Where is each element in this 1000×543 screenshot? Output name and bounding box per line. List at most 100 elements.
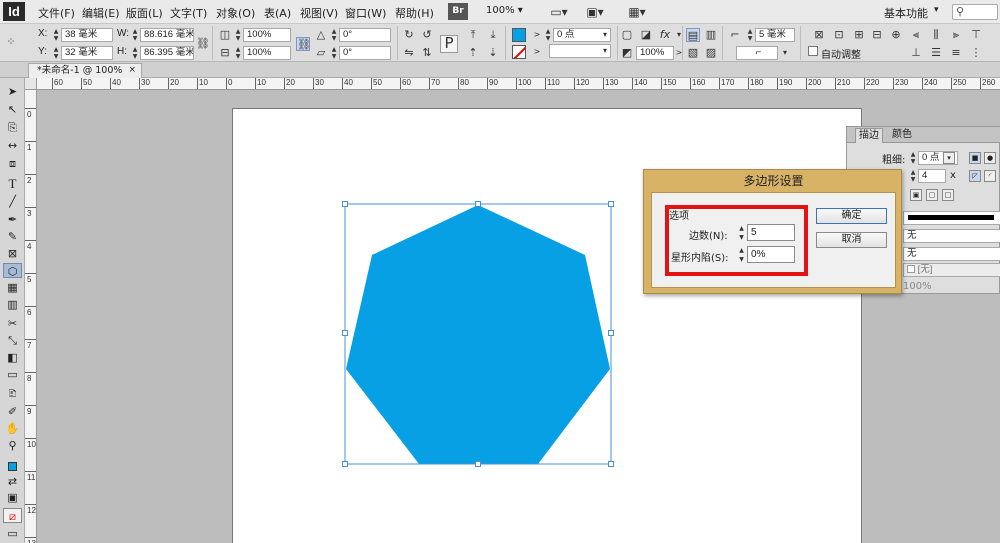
star-inset-input[interactable]: 0% <box>747 246 795 263</box>
shear-stepper-icon[interactable]: ▲ ▼ <box>330 46 338 60</box>
h-stepper-icon[interactable]: ▲ ▼ <box>131 46 139 60</box>
w-stepper-icon[interactable]: ▲ ▼ <box>131 28 139 42</box>
align-middle-icon[interactable]: ⊥ <box>909 46 923 60</box>
search-input[interactable]: ⚲ <box>952 4 998 20</box>
resize-handle-top[interactable] <box>475 201 481 207</box>
view-options-icon[interactable]: ▭▾ <box>544 4 574 20</box>
fit-frame-icon[interactable]: ⊞ <box>852 28 866 42</box>
link-proportions-icon[interactable]: ⛓ <box>196 37 210 51</box>
tab-color[interactable]: 颜色 <box>889 128 915 143</box>
vertical-ruler[interactable]: 012345678910111213 <box>25 90 37 543</box>
menu-window[interactable]: 窗口(W) <box>345 5 386 21</box>
resize-handle-bottom-left[interactable] <box>342 461 348 467</box>
gap-tool-icon[interactable]: ↔ <box>3 138 22 153</box>
x-field[interactable]: 38 毫米 <box>61 28 113 42</box>
align-stroke-outside-icon[interactable]: □ <box>942 189 954 201</box>
join-miter-icon[interactable]: ◸ <box>969 170 981 182</box>
align-center-icon[interactable]: ⫼ <box>929 28 943 42</box>
corner-shape-select[interactable]: ⌐ <box>736 46 778 60</box>
select-container-icon[interactable]: ⤒ <box>466 28 480 42</box>
fitting-icon[interactable]: ⊠ <box>812 28 826 42</box>
type-tool-icon[interactable]: T <box>3 176 22 191</box>
flip-vertical-icon[interactable]: ⇅ <box>420 46 434 60</box>
menu-view[interactable]: 视图(V) <box>300 5 338 21</box>
select-next-icon[interactable]: ⇣ <box>486 46 500 60</box>
fit-proportionally-icon[interactable]: ⊟ <box>870 28 884 42</box>
dialog-title[interactable]: 多边形设置 <box>644 170 903 192</box>
constrain-scale-icon[interactable]: ⛓ <box>296 37 311 51</box>
stroke-weight-stepper-icon[interactable]: ▲ ▼ <box>909 151 917 165</box>
align-top-icon[interactable]: ⊤ <box>969 28 983 42</box>
chevron-right-icon[interactable]: > <box>530 45 544 59</box>
shear-field[interactable]: 0° <box>339 46 391 60</box>
scissors-tool-icon[interactable]: ✂ <box>3 316 22 331</box>
resize-handle-top-right[interactable] <box>608 201 614 207</box>
rotate-ccw-icon[interactable]: ↺ <box>420 28 434 42</box>
apply-none-icon[interactable]: ⧄ <box>3 508 22 523</box>
menu-help[interactable]: 帮助(H) <box>395 5 434 21</box>
flip-horizontal-icon[interactable]: ⇋ <box>402 46 416 60</box>
rotate-field[interactable]: 0° <box>339 28 391 42</box>
document-tab[interactable]: *未命名-1 @ 100% × <box>28 63 142 78</box>
horizontal-ruler[interactable]: 60 50 40 30 20 10 0 10 20 30 40 50 60 70 80 90 100 110 120… <box>25 78 1000 90</box>
start-cap-select[interactable]: 无 <box>903 229 1000 243</box>
line-tool-icon[interactable]: ╱ <box>3 194 22 209</box>
rectangle-frame-tool-icon[interactable]: ⊠ <box>3 246 22 261</box>
x-stepper-icon[interactable]: ▲ ▼ <box>52 28 60 42</box>
cancel-button[interactable]: 取消 <box>816 232 887 248</box>
scale-y-field[interactable]: 100% <box>243 46 291 60</box>
menu-object[interactable]: 对象(O) <box>216 5 255 21</box>
cap-round-icon[interactable]: ● <box>984 152 996 164</box>
corner-size-field[interactable]: 5 毫米 <box>755 28 795 42</box>
gradient-swatch-tool-icon[interactable]: ◧ <box>3 350 22 365</box>
scale-x-stepper-icon[interactable]: ▲ ▼ <box>234 28 242 42</box>
pencil-tool-icon[interactable]: ✎ <box>3 229 22 244</box>
direct-selection-tool-icon[interactable]: ↖ <box>3 102 22 117</box>
hand-tool-icon[interactable]: ✋ <box>3 421 22 436</box>
fill-stroke-swatch-icon[interactable] <box>3 458 22 473</box>
select-content-icon[interactable]: ⤓ <box>486 28 500 42</box>
chevron-right-icon[interactable]: > <box>530 28 544 42</box>
close-icon[interactable]: × <box>128 64 136 77</box>
align-right-icon[interactable]: ⫸ <box>949 28 963 42</box>
gradient-feather-tool-icon[interactable]: ▭ <box>3 367 22 382</box>
text-wrap-box-icon[interactable]: ▥ <box>704 28 718 42</box>
pen-tool-icon[interactable]: ✒ <box>3 212 22 227</box>
selection-tool-icon[interactable]: ➤ <box>3 84 22 99</box>
menu-table[interactable]: 表(A) <box>264 5 291 21</box>
fit-content-icon[interactable]: ⊡ <box>832 28 846 42</box>
resize-handle-bottom-right[interactable] <box>608 461 614 467</box>
align-left-icon[interactable]: ⫷ <box>909 28 923 42</box>
stroke-type-select[interactable] <box>903 211 1000 225</box>
corner-size-stepper-icon[interactable]: ▲ ▼ <box>746 28 754 42</box>
page-tool-icon[interactable]: ⎘ <box>3 120 22 135</box>
gap-color-select[interactable]: [无] <box>903 263 1000 277</box>
sides-stepper-icon[interactable]: ▲ ▼ <box>737 224 746 242</box>
align-stroke-inside-icon[interactable]: ▢ <box>926 189 938 201</box>
menu-layout[interactable]: 版面(L) <box>126 5 163 21</box>
zoom-tool-icon[interactable]: ⚲ <box>3 438 22 453</box>
stroke-weight-stepper-icon[interactable]: ▲ ▼ <box>544 28 552 42</box>
swap-fill-stroke-icon[interactable]: ⇄ <box>3 474 22 489</box>
miter-stepper-icon[interactable]: ▲ ▼ <box>909 169 917 183</box>
rotate-cw-icon[interactable]: ↻ <box>402 28 416 42</box>
text-wrap-none-icon[interactable]: ▤ <box>686 28 700 42</box>
zoom-level-select[interactable]: 100% ▾ <box>486 5 523 16</box>
drop-shadow-icon[interactable]: ▢ <box>620 28 634 42</box>
y-stepper-icon[interactable]: ▲ ▼ <box>52 46 60 60</box>
resize-handle-top-left[interactable] <box>342 201 348 207</box>
screen-mode-icon[interactable]: ▣▾ <box>580 4 610 20</box>
horizontal-grid-tool-icon[interactable]: ▦ <box>3 280 22 295</box>
content-collector-icon[interactable]: ⧈ <box>3 156 22 171</box>
menu-file[interactable]: 文件(F) <box>38 5 75 21</box>
join-round-icon[interactable]: ◜ <box>984 170 996 182</box>
resize-handle-bottom[interactable] <box>475 461 481 467</box>
free-transform-tool-icon[interactable]: ⤡ <box>3 333 22 348</box>
scale-x-field[interactable]: 100% <box>243 28 291 42</box>
fx-icon[interactable]: fx <box>658 28 672 42</box>
distribute-icon[interactable]: ☰ <box>929 46 943 60</box>
ruler-origin[interactable] <box>25 78 37 90</box>
formatting-affects-container-icon[interactable]: ▣ <box>3 490 22 505</box>
note-tool-icon[interactable]: 🗈 <box>3 386 22 401</box>
bridge-button[interactable]: Br <box>448 3 468 20</box>
